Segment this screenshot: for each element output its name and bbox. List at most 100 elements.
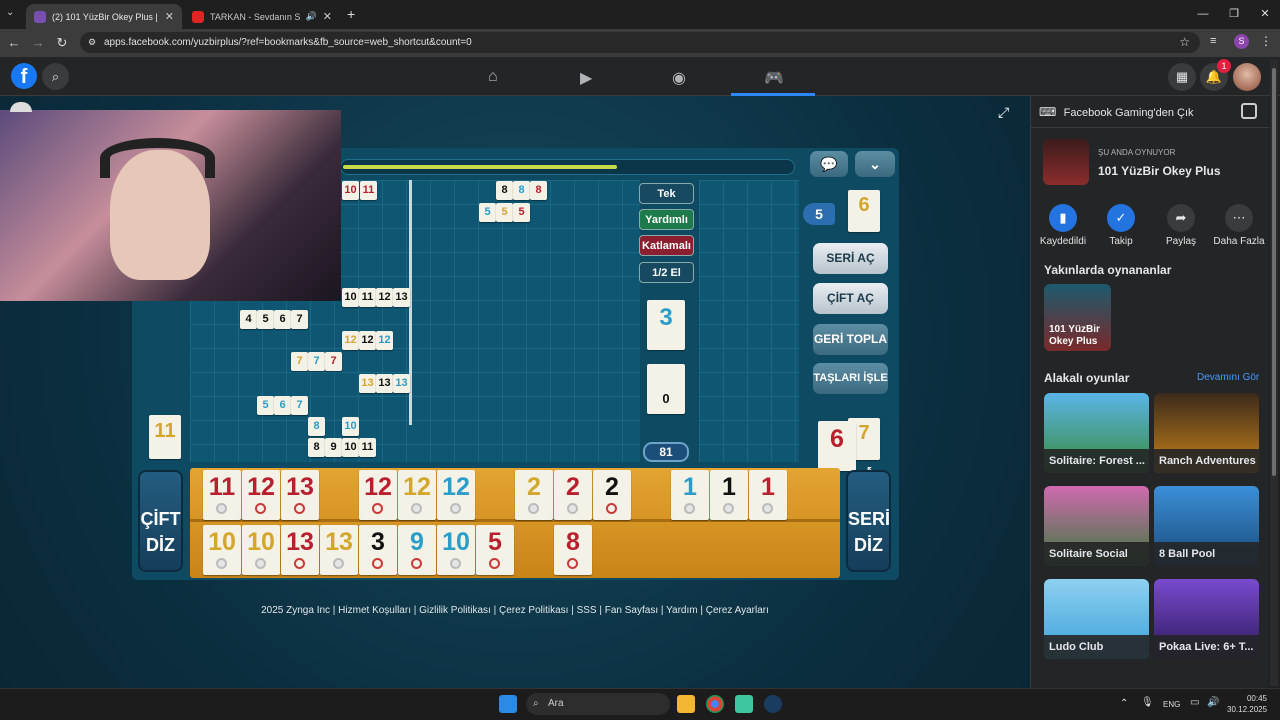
collapse-button[interactable]: ⌄ xyxy=(855,151,895,177)
table-tile[interactable]: 10 xyxy=(342,181,359,200)
table-tile[interactable]: 11 xyxy=(360,181,377,200)
table-tile[interactable]: 7 xyxy=(291,310,308,329)
recent-game-card[interactable]: 101 YüzBir Okey Plus xyxy=(1044,284,1111,351)
audio-icon[interactable]: 🔊 xyxy=(306,11,317,22)
table-tile[interactable]: 12 xyxy=(376,288,393,307)
related-game-card[interactable]: Solitaire: Forest ... xyxy=(1044,393,1149,473)
drawn-tile[interactable]: 6 xyxy=(818,421,856,471)
cift-ac-button[interactable]: ÇİFT AÇ xyxy=(813,283,888,314)
saved-button[interactable]: ▮ Kaydedildi xyxy=(1037,204,1089,247)
network-icon[interactable]: ▭ xyxy=(1190,697,1199,708)
table-tile[interactable]: 10 xyxy=(342,438,359,457)
table-tile[interactable]: 11 xyxy=(359,288,376,307)
left-discard-tile[interactable]: 11 xyxy=(149,415,181,459)
app-icon[interactable] xyxy=(735,695,753,713)
table-tile[interactable]: 8 xyxy=(530,181,547,200)
table-tile[interactable]: 8 xyxy=(513,181,530,200)
search-icon[interactable]: ⌕ xyxy=(42,63,69,90)
account-avatar[interactable] xyxy=(1233,63,1261,91)
more-button[interactable]: ⋯ Daha Fazla xyxy=(1213,204,1265,247)
clock[interactable]: 00:45 30.12.2025 xyxy=(1227,693,1267,715)
seri-ac-button[interactable]: SERİ AÇ xyxy=(813,243,888,274)
rack-tile[interactable]: 2 xyxy=(515,470,553,520)
tray-chevron-icon[interactable]: ⌃ xyxy=(1120,698,1128,709)
share-button[interactable]: ➦ Paylaş xyxy=(1155,204,1207,247)
chrome-icon[interactable] xyxy=(706,695,724,713)
related-game-card[interactable]: Solitaire Social xyxy=(1044,486,1149,566)
tab-okey[interactable]: (2) 101 YüzBir Okey Plus | Faceb ✕ xyxy=(26,4,182,29)
media-icon[interactable]: ≡ xyxy=(1210,35,1216,47)
menu-grid-icon[interactable]: ▦ xyxy=(1168,63,1196,91)
deck-count[interactable]: 81 xyxy=(643,442,689,462)
video-icon[interactable]: ▶ xyxy=(580,68,592,88)
panel-scroll-thumb[interactable] xyxy=(1272,68,1276,476)
taslari-isle-button[interactable]: TAŞLARI İŞLE xyxy=(813,363,888,394)
table-tile[interactable]: 4 xyxy=(240,310,257,329)
game-thumbnail[interactable] xyxy=(1043,139,1089,185)
rack-tile[interactable]: 13 xyxy=(281,525,319,575)
profile-avatar[interactable]: S xyxy=(1234,34,1249,49)
rack-tile[interactable]: 9 xyxy=(398,525,436,575)
rack-tile[interactable]: 13 xyxy=(320,525,358,575)
table-tile[interactable]: 12 xyxy=(342,331,359,350)
table-tile[interactable]: 12 xyxy=(359,331,376,350)
back-icon[interactable]: ← xyxy=(4,33,24,53)
gaming-icon[interactable]: 🎮 xyxy=(764,68,784,88)
home-icon[interactable]: ⌂ xyxy=(488,68,498,86)
table-tile[interactable]: 13 xyxy=(393,288,410,307)
table-tile[interactable]: 7 xyxy=(308,352,325,371)
discard-count[interactable]: 0 xyxy=(647,364,685,414)
facebook-logo[interactable]: f xyxy=(11,63,37,89)
fullscreen-icon[interactable]: ⤢ xyxy=(998,104,1009,121)
rack-tile[interactable]: 5 xyxy=(476,525,514,575)
site-info-icon[interactable]: ⚙ xyxy=(88,32,96,53)
rack-tile[interactable]: 12 xyxy=(242,470,280,520)
rack-tile[interactable]: 1 xyxy=(710,470,748,520)
groups-icon[interactable]: ◉ xyxy=(672,68,686,88)
tab-search-icon[interactable]: ⌄ xyxy=(6,7,14,18)
related-game-card[interactable]: 8 Ball Pool xyxy=(1154,486,1259,566)
rack-tile[interactable]: 12 xyxy=(398,470,436,520)
reload-icon[interactable]: ↻ xyxy=(52,33,72,53)
rack-tile[interactable]: 11 xyxy=(203,470,241,520)
steam-icon[interactable] xyxy=(764,695,782,713)
rack-tile[interactable]: 13 xyxy=(281,470,319,520)
table-tile[interactable]: 8 xyxy=(308,438,325,457)
rack-tile[interactable]: 10 xyxy=(203,525,241,575)
table-tile[interactable]: 7 xyxy=(325,352,342,371)
new-tab-button[interactable]: + xyxy=(347,6,355,22)
rack-tile[interactable]: 1 xyxy=(749,470,787,520)
rack-tile[interactable]: 10 xyxy=(437,525,475,575)
bookmark-star-icon[interactable]: ☆ xyxy=(1179,32,1190,53)
related-game-card[interactable]: Ludo Club xyxy=(1044,579,1149,659)
panel-toggle-icon[interactable] xyxy=(1241,103,1257,119)
related-game-card[interactable]: Pokaa Live: 6+ T... xyxy=(1154,579,1259,659)
restore-icon[interactable]: ❐ xyxy=(1219,4,1249,24)
table-tile[interactable]: 5 xyxy=(479,203,496,222)
game-title[interactable]: 101 YüzBir Okey Plus xyxy=(1098,164,1221,178)
top-right-tile[interactable]: 6 xyxy=(848,190,880,232)
rack-tile[interactable]: 12 xyxy=(437,470,475,520)
table-tile[interactable]: 10 xyxy=(342,417,359,436)
game-footer[interactable]: 2025 Zynga Inc | Hizmet Koşulları | Gizl… xyxy=(0,605,1030,616)
rack-tile[interactable]: 1 xyxy=(671,470,709,520)
taskbar-search[interactable]: ⌕ Ara xyxy=(526,693,670,715)
volume-icon[interactable]: 🔊 xyxy=(1207,697,1219,708)
rack-tile[interactable]: 12 xyxy=(359,470,397,520)
table-tile[interactable]: 13 xyxy=(359,374,376,393)
table-tile[interactable]: 13 xyxy=(393,374,410,393)
tab-tarkan[interactable]: TARKAN - Sevdanın Son Vu 🔊 ✕ xyxy=(184,4,340,29)
rack-tile[interactable]: 3 xyxy=(359,525,397,575)
exit-gaming-link[interactable]: ⌨ Facebook Gaming'den Çık xyxy=(1039,105,1194,119)
table-tile[interactable]: 6 xyxy=(274,396,291,415)
table-tile[interactable]: 13 xyxy=(376,374,393,393)
url-input[interactable]: ⚙ apps.facebook.com/yuzbirplus/?ref=book… xyxy=(80,32,1200,53)
table-tile[interactable]: 11 xyxy=(359,438,376,457)
table-tile[interactable]: 7 xyxy=(291,352,308,371)
browser-menu-icon[interactable]: ⋮ xyxy=(1260,34,1272,48)
minimize-icon[interactable]: — xyxy=(1188,4,1218,24)
chat-button[interactable]: 💬 xyxy=(810,151,848,177)
close-tab-icon[interactable]: ✕ xyxy=(323,10,332,23)
rack-tile[interactable]: 8 xyxy=(554,525,592,575)
start-icon[interactable] xyxy=(499,695,517,713)
